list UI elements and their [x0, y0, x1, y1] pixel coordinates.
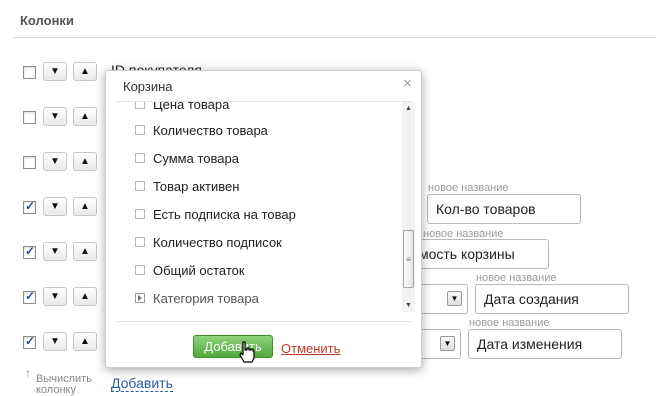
item-checkbox[interactable]	[135, 153, 145, 163]
move-up-button[interactable]: ▲	[73, 152, 97, 171]
scrollbar-thumb[interactable]: ≡	[403, 230, 414, 288]
row-checkbox[interactable]	[23, 66, 36, 79]
add-button[interactable]: Добавить	[193, 335, 273, 358]
chevron-up-icon: ▲	[80, 111, 90, 122]
field-caption: новое название	[428, 182, 509, 194]
expand-arrow-icon[interactable]	[135, 293, 145, 303]
chevron-up-icon: ▲	[80, 246, 90, 257]
row-checkbox[interactable]	[23, 289, 36, 304]
item-label: Сумма товара	[153, 150, 239, 166]
dropdown-arrow-icon[interactable]: ▼	[447, 291, 462, 306]
item-checkbox[interactable]	[135, 181, 145, 191]
field-caption: новое название	[476, 272, 557, 284]
item-label: Товар активен	[153, 178, 240, 194]
move-down-button[interactable]: ▼	[43, 197, 67, 216]
divider	[13, 37, 656, 38]
move-down-button[interactable]: ▼	[43, 242, 67, 261]
add-column-link[interactable]: Добавить	[111, 376, 173, 392]
row-checkbox[interactable]	[23, 334, 36, 349]
item-checkbox[interactable]	[135, 102, 145, 109]
chevron-down-icon: ▼	[50, 336, 60, 347]
item-label: Категория товара	[153, 290, 259, 306]
move-down-button[interactable]: ▼	[43, 107, 67, 126]
move-down-button[interactable]: ▼	[43, 287, 67, 306]
item-label: Количество товара	[153, 122, 268, 138]
move-up-button[interactable]: ▲	[73, 107, 97, 126]
move-down-button[interactable]: ▼	[43, 152, 67, 171]
chevron-up-icon: ▲	[80, 66, 90, 77]
list-item[interactable]: Есть подписка на товар	[135, 204, 296, 224]
row-checkbox[interactable]	[23, 156, 36, 169]
basket-dialog: Корзина × Цена товара Количество товара …	[105, 70, 422, 368]
chevron-up-icon: ▲	[80, 336, 90, 347]
list-item[interactable]: Цена товара	[135, 102, 229, 114]
item-label: Есть подписка на товар	[153, 206, 296, 222]
scroll-down-icon[interactable]: ▼	[402, 299, 415, 312]
move-up-button[interactable]: ▲	[73, 197, 97, 216]
item-checkbox[interactable]	[135, 209, 145, 219]
row-checkbox[interactable]	[23, 111, 36, 124]
chevron-down-icon: ▼	[50, 111, 60, 122]
chevron-down-icon: ▼	[50, 246, 60, 257]
cancel-link[interactable]: Отменить	[281, 341, 340, 356]
chevron-up-icon: ▲	[80, 291, 90, 302]
move-up-button[interactable]: ▲	[73, 62, 97, 81]
column-name-field[interactable]: Дата изменения	[468, 329, 622, 359]
list-item[interactable]: Количество товара	[135, 120, 268, 140]
dropdown-arrow-icon[interactable]: ▼	[440, 336, 455, 351]
scroll-up-icon[interactable]: ▲	[402, 102, 415, 115]
column-name-field[interactable]: Кол-во товаров	[427, 194, 581, 224]
hand-pointer-icon	[238, 341, 256, 366]
item-label: Количество подписок	[153, 234, 282, 250]
chevron-down-icon: ▼	[50, 291, 60, 302]
section-title: Колонки	[20, 13, 74, 28]
item-checkbox[interactable]	[135, 265, 145, 275]
item-label: Цена товара	[153, 102, 230, 112]
item-label: Общий остаток	[153, 262, 245, 278]
move-up-button[interactable]: ▲	[73, 332, 97, 351]
list-group-item[interactable]: Категория товара	[135, 288, 259, 308]
move-up-button[interactable]: ▲	[73, 242, 97, 261]
item-checkbox[interactable]	[135, 125, 145, 135]
item-checkbox[interactable]	[135, 237, 145, 247]
column-name-field[interactable]: Дата создания	[475, 284, 629, 314]
row-checkbox[interactable]	[23, 199, 36, 214]
row-checkbox[interactable]	[23, 244, 36, 259]
list-item[interactable]: Сумма товара	[135, 148, 239, 168]
close-icon[interactable]: ×	[403, 75, 412, 92]
list-item[interactable]: Количество подписок	[135, 232, 282, 252]
scrollbar[interactable]: ▲ ≡ ▼	[402, 102, 415, 312]
chevron-down-icon: ▼	[50, 156, 60, 167]
move-up-button[interactable]: ▲	[73, 287, 97, 306]
chevron-down-icon: ▼	[50, 201, 60, 212]
chevron-down-icon: ▼	[50, 66, 60, 77]
list-item[interactable]: Товар активен	[135, 176, 239, 196]
arrow-up-icon: ↑	[25, 366, 31, 380]
field-caption: новое название	[469, 317, 550, 329]
move-down-button[interactable]: ▼	[43, 62, 67, 81]
field-list: Цена товара Количество товара Сумма това…	[116, 102, 416, 312]
move-down-button[interactable]: ▼	[43, 332, 67, 351]
chevron-up-icon: ▲	[80, 156, 90, 167]
dialog-title: Корзина	[123, 79, 173, 94]
list-item[interactable]: Общий остаток	[135, 260, 245, 280]
chevron-up-icon: ▲	[80, 201, 90, 212]
divider	[116, 321, 412, 322]
